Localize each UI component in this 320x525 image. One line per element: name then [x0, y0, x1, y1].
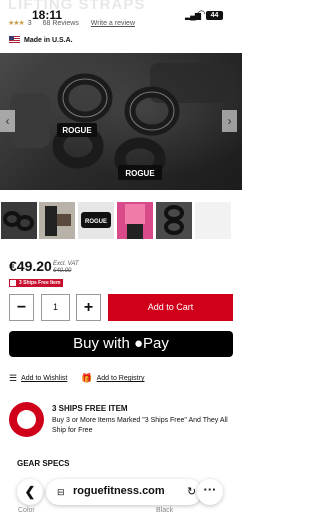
battery-icon: 44 [206, 11, 223, 20]
promo-title: 3 SHIPS FREE ITEM [52, 404, 128, 413]
star-rating-icon: ★★★ [8, 20, 25, 27]
site-settings-icon[interactable]: ⊟ [57, 487, 65, 498]
browser-toolbar: ❮ ⊟ roguefitness.com ↻ ··· [17, 479, 227, 505]
thumbnail-strip: ROGUE [0, 202, 242, 239]
brand-label: ROGUE [85, 219, 107, 225]
gear-specs-heading: GEAR SPECS [17, 459, 70, 468]
made-in-usa: Made in U.S.A. [9, 34, 73, 46]
increase-quantity-button[interactable]: + [76, 294, 101, 321]
brand-label: ROGUE [125, 169, 155, 178]
promo-description: Buy 3 or More Items Marked "3 Ships Free… [52, 417, 228, 434]
secondary-links: ☰ Add to Wishlist 🎁 Add to Registry [9, 373, 144, 384]
buy-with-label: Buy with [73, 335, 130, 352]
brand-label: ROGUE [62, 126, 92, 135]
add-to-wishlist-link[interactable]: Add to Wishlist [21, 375, 67, 382]
reload-icon[interactable]: ↻ [187, 485, 196, 498]
ships-free-badge: 3 Ships Free Item [9, 279, 64, 287]
ships-free-promo: 3 SHIPS FREE ITEM Buy 3 or More Items Ma… [9, 402, 237, 438]
gift-icon: 🎁 [81, 373, 93, 383]
thumbnail-4[interactable] [117, 202, 153, 239]
gallery-next-button[interactable]: › [222, 110, 237, 132]
more-options-button[interactable]: ··· [197, 479, 223, 505]
rating-value: 3 [27, 20, 32, 27]
badge-label: 3 Ships Free Item [19, 280, 61, 286]
gallery-prev-button[interactable]: ‹ [0, 110, 15, 132]
pay-label: Pay [143, 335, 169, 352]
thumbnail-5[interactable] [156, 202, 192, 239]
spec-label-fragment: Color [18, 507, 35, 514]
vat-label: Excl. VAT [53, 261, 79, 267]
apple-logo-icon: ● [133, 335, 144, 352]
rating-row: ★★★ 3 68 Reviews Write a review [8, 19, 135, 29]
decrease-quantity-button[interactable]: − [9, 294, 34, 321]
thumbnail-2[interactable] [39, 202, 75, 239]
write-review-link[interactable]: Write a review [91, 20, 135, 27]
lifting-straps-image: ROGUE ROGUE [10, 63, 230, 181]
thumbnail-1[interactable] [1, 202, 37, 239]
thumbnail-3[interactable]: ROGUE [78, 202, 114, 239]
list-icon: ☰ [9, 373, 18, 383]
us-flag-icon [9, 36, 20, 44]
spec-value-fragment: Black [156, 507, 174, 514]
ships-free-seal-icon [9, 402, 44, 437]
origin-label: Made in U.S.A. [24, 36, 73, 44]
thumbnail-6[interactable] [195, 202, 231, 239]
truck-icon [9, 279, 17, 287]
original-price: €40.00 [53, 268, 72, 274]
review-count-link[interactable]: 68 Reviews [43, 20, 79, 27]
price: €49.20 [9, 258, 52, 274]
back-button[interactable]: ❮ [17, 479, 43, 505]
quantity-input[interactable]: 1 [41, 294, 70, 321]
product-image[interactable]: ROGUE ROGUE ‹ › [0, 53, 242, 190]
address-bar[interactable]: ⊟ roguefitness.com ↻ [46, 479, 202, 505]
add-to-cart-button[interactable]: Add to Cart [108, 294, 233, 321]
apple-pay-button[interactable]: Buy with ●Pay [9, 331, 233, 357]
vat-info: Excl. VAT €40.00 [53, 261, 79, 275]
wifi-icon: ◠ [197, 9, 206, 20]
url-host: roguefitness.com [73, 485, 165, 497]
quantity-stepper: − 1 + [9, 294, 101, 321]
add-to-registry-link[interactable]: Add to Registry [97, 375, 145, 382]
